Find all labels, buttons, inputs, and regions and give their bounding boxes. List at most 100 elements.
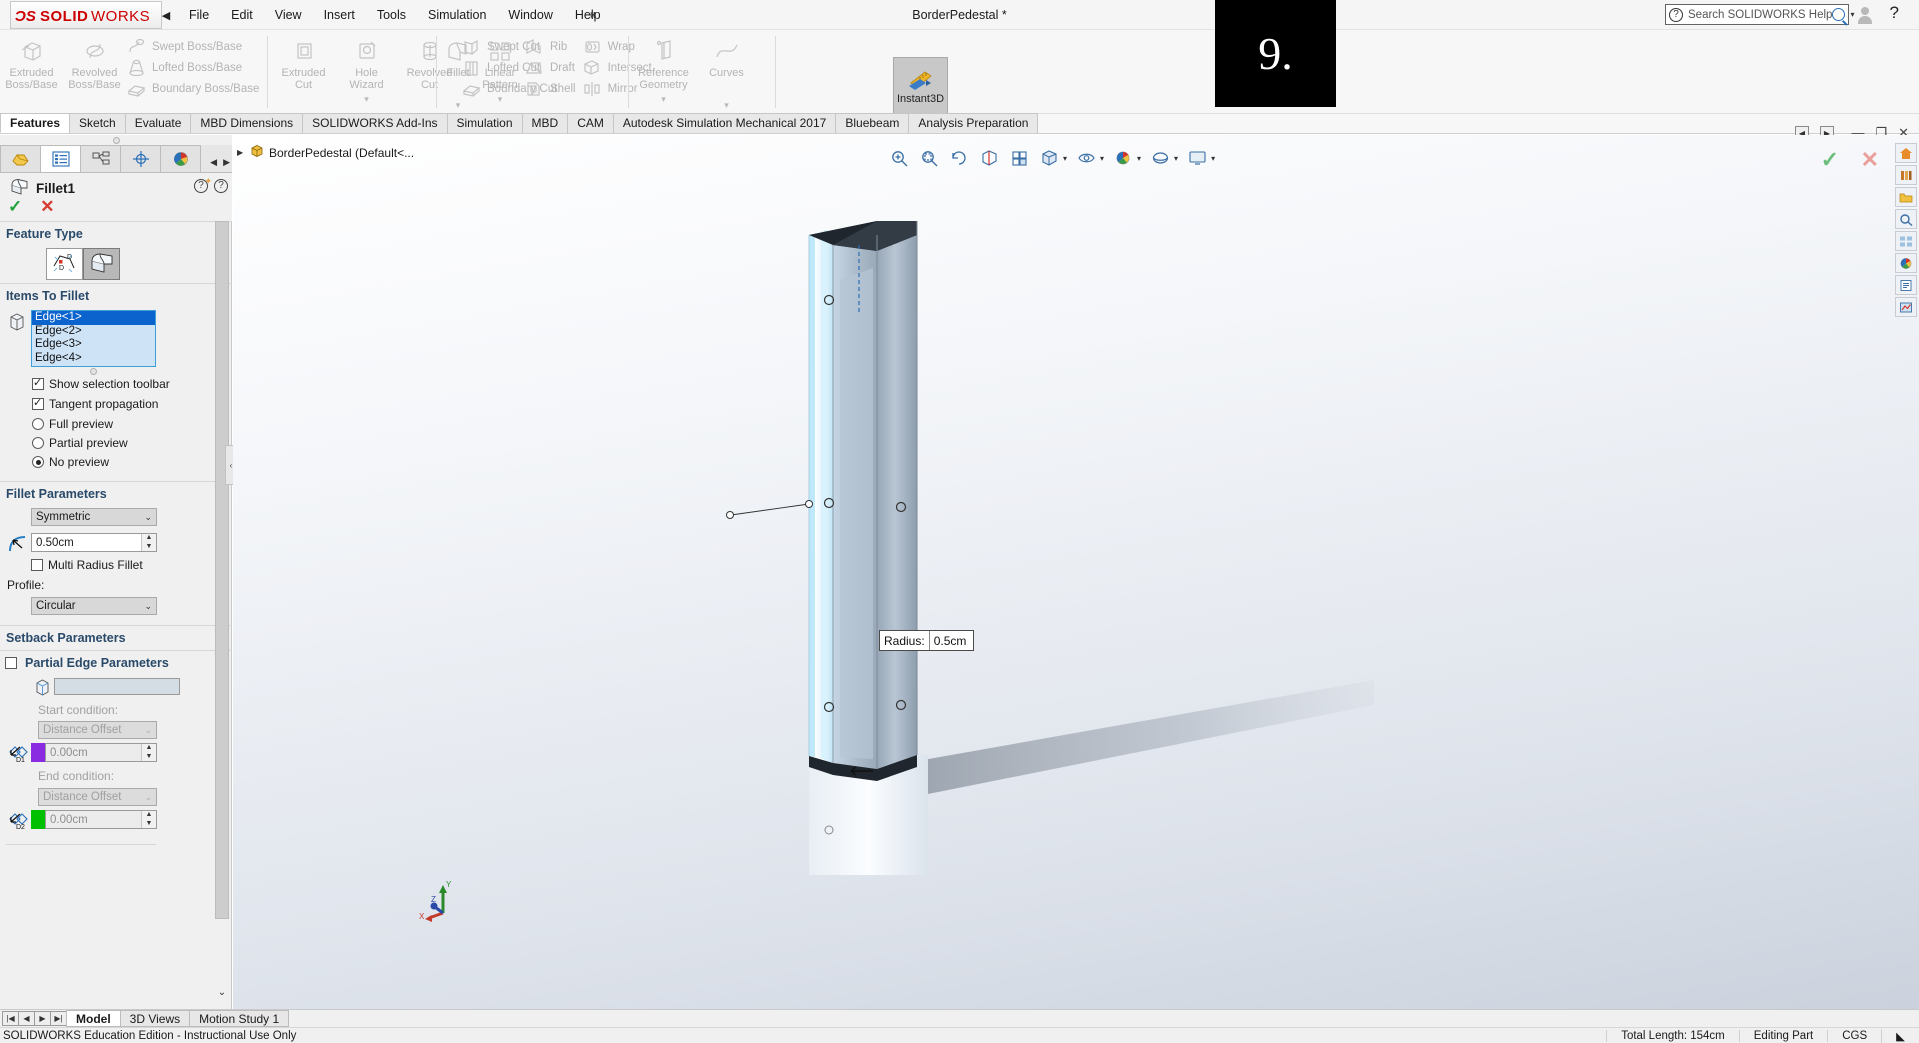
chevron-down-icon[interactable]: ▾ <box>498 93 503 105</box>
full-preview-radio[interactable]: Full preview <box>32 417 113 431</box>
chevron-down-icon[interactable]: ▾ <box>1850 10 1854 19</box>
shell-button[interactable]: Shell <box>524 78 582 99</box>
chevron-down-icon[interactable]: ⌄ <box>144 792 152 803</box>
bottom-tab-motion-study[interactable]: Motion Study 1 <box>189 1010 290 1027</box>
checkbox-icon[interactable] <box>32 376 44 390</box>
chevron-down-icon[interactable]: ⌄ <box>144 601 152 612</box>
tab-property-manager[interactable] <box>40 145 81 172</box>
resize-grip-icon[interactable]: ◣ <box>1881 1028 1919 1043</box>
tab-solidworks-add-ins[interactable]: SOLIDWORKS Add-Ins <box>302 113 448 133</box>
swept-boss-base-button[interactable]: Swept Boss/Base <box>126 36 265 57</box>
chevron-down-icon[interactable]: ▾ <box>364 93 369 105</box>
checkbox-icon[interactable] <box>32 396 44 410</box>
section-header[interactable]: Fillet Parameters ⌃ <box>0 482 232 506</box>
prev-icon[interactable]: ◀ <box>18 1011 35 1026</box>
question-mark-icon[interactable]: ? <box>1890 3 1899 23</box>
menu-item-insert[interactable]: Insert <box>313 0 366 30</box>
radius-callout-input[interactable]: 0.5cm <box>928 631 974 650</box>
scrollbar-thumb[interactable] <box>215 221 229 919</box>
graphics-area[interactable]: ▶ BorderPedestal (Default<... ▾ ▾ ▾ ▾ ▾ … <box>233 135 1919 1009</box>
symmetry-select[interactable]: Symmetric ⌄ <box>31 508 157 526</box>
radio-icon[interactable] <box>32 418 44 430</box>
resize-handle-icon[interactable] <box>90 368 97 375</box>
end-condition-select[interactable]: Distance Offset ⌄ <box>38 788 157 806</box>
menu-item-simulation[interactable]: Simulation <box>417 0 497 30</box>
menu-item-tools[interactable]: Tools <box>366 0 417 30</box>
tab-feature-manager[interactable] <box>0 145 41 172</box>
partial-preview-radio[interactable]: Partial preview <box>32 436 128 450</box>
tab-features[interactable]: Features <box>0 113 71 133</box>
menu-item-view[interactable]: View <box>264 0 313 30</box>
extruded-cut-button[interactable]: Extruded Cut <box>272 30 335 114</box>
chevron-down-icon[interactable]: ▾ <box>456 99 461 111</box>
help-icon[interactable]: ? <box>214 179 228 193</box>
last-icon[interactable]: ▶| <box>50 1011 67 1026</box>
partial-edge-selection-input[interactable] <box>54 678 180 695</box>
show-selection-toolbar-checkbox[interactable]: Show selection toolbar <box>32 376 170 391</box>
magnifier-icon[interactable] <box>1832 8 1846 21</box>
bottom-tab-model[interactable]: Model <box>66 1010 121 1027</box>
instant3d-button[interactable]: Instant3D <box>893 57 948 115</box>
first-icon[interactable]: |◀ <box>2 1011 19 1026</box>
tab-dimxpert-manager[interactable] <box>120 145 161 172</box>
tab-mbd[interactable]: MBD <box>521 113 569 133</box>
user-icon[interactable] <box>1857 6 1873 24</box>
reference-geometry-button[interactable]: Reference Geometry ▾ <box>632 30 695 114</box>
constant-size-fillet-button[interactable] <box>83 248 120 280</box>
pin-icon[interactable]: ⇥ <box>580 7 600 23</box>
list-item[interactable]: Edge<3> <box>32 338 155 352</box>
caret-left-icon[interactable]: ◀ <box>158 6 174 24</box>
chevron-down-icon[interactable]: ▾ <box>724 99 729 111</box>
list-item[interactable]: Edge<2> <box>32 325 155 339</box>
chevron-down-icon[interactable]: ⌄ <box>144 512 152 523</box>
list-item[interactable]: Edge<1> <box>32 311 155 325</box>
help-star-icon[interactable]: ? ✦ <box>194 176 212 195</box>
linear-pattern-button[interactable]: Linear Pattern ▾ <box>476 30 524 114</box>
property-manager-scrollbar[interactable]: ⌄ <box>215 221 229 1001</box>
revolved-boss-base-button[interactable]: Revolved Boss/Base <box>63 30 126 114</box>
fillet-button[interactable]: Fillet ▾ <box>440 30 476 114</box>
tab-analysis-preparation[interactable]: Analysis Preparation <box>908 113 1039 133</box>
variable-size-fillet-button[interactable]: D D <box>46 248 83 280</box>
section-header[interactable]: Items To Fillet ⌃ <box>0 284 232 308</box>
spinner-buttons[interactable]: ▲ ▼ <box>141 811 156 828</box>
tab-sketch[interactable]: Sketch <box>69 113 126 133</box>
tab-cam[interactable]: CAM <box>567 113 614 133</box>
menu-item-edit[interactable]: Edit <box>220 0 264 30</box>
boundary-boss-base-button[interactable]: Boundary Boss/Base <box>126 78 265 99</box>
menu-item-window[interactable]: Window <box>497 0 563 30</box>
tab-autodesk-simulation-mechanical[interactable]: Autodesk Simulation Mechanical 2017 <box>612 113 837 133</box>
splitter-handle-icon[interactable] <box>112 136 120 144</box>
panel-splitter[interactable] <box>0 135 232 145</box>
bottom-tab-3d-views[interactable]: 3D Views <box>119 1010 191 1027</box>
radio-icon[interactable] <box>32 456 44 468</box>
search-input[interactable]: ? Search SOLIDWORKS Help ▾ <box>1665 4 1854 25</box>
lofted-boss-base-button[interactable]: Lofted Boss/Base <box>126 57 265 78</box>
section-header[interactable]: Partial Edge Parameters ⌃ <box>0 651 232 675</box>
section-header[interactable]: Feature Type ⌃ <box>0 222 232 246</box>
tab-mbd-dimensions[interactable]: MBD Dimensions <box>190 113 304 133</box>
rib-button[interactable]: Rib <box>524 36 582 57</box>
end-distance-input[interactable]: 0.00cm ▲ ▼ <box>45 810 157 829</box>
x-icon[interactable]: ✕ <box>40 198 54 215</box>
draft-button[interactable]: Draft <box>524 57 582 78</box>
units-status[interactable]: CGS <box>1827 1029 1881 1042</box>
checkbox-icon[interactable] <box>5 657 17 669</box>
chevron-right-icon[interactable]: ▶ <box>223 157 230 168</box>
radio-icon[interactable] <box>32 437 44 449</box>
curves-button[interactable]: Curves ▾ <box>695 30 758 114</box>
extruded-boss-base-button[interactable]: Extruded Boss/Base <box>0 30 63 114</box>
start-color-swatch[interactable] <box>31 743 45 762</box>
tab-configuration-manager[interactable] <box>80 145 121 172</box>
chevron-down-icon[interactable]: ⌄ <box>144 725 152 736</box>
end-color-swatch[interactable] <box>31 810 45 829</box>
edge-selection-list[interactable]: Edge<1> Edge<2> Edge<3> Edge<4> <box>31 310 156 367</box>
check-icon[interactable]: ✓ <box>8 198 22 215</box>
chevron-down-icon[interactable]: ⌄ <box>215 983 229 1001</box>
section-header[interactable]: Setback Parameters ⌄ <box>0 626 232 650</box>
radius-input[interactable]: 0.50cm ▲ ▼ <box>31 533 157 552</box>
start-condition-select[interactable]: Distance Offset ⌄ <box>38 721 157 739</box>
list-item[interactable]: Edge<4> <box>32 352 155 366</box>
hole-wizard-button[interactable]: Hole Wizard ▾ <box>335 30 398 114</box>
3d-model-viewport[interactable]: Y X Z <box>233 135 1919 1009</box>
